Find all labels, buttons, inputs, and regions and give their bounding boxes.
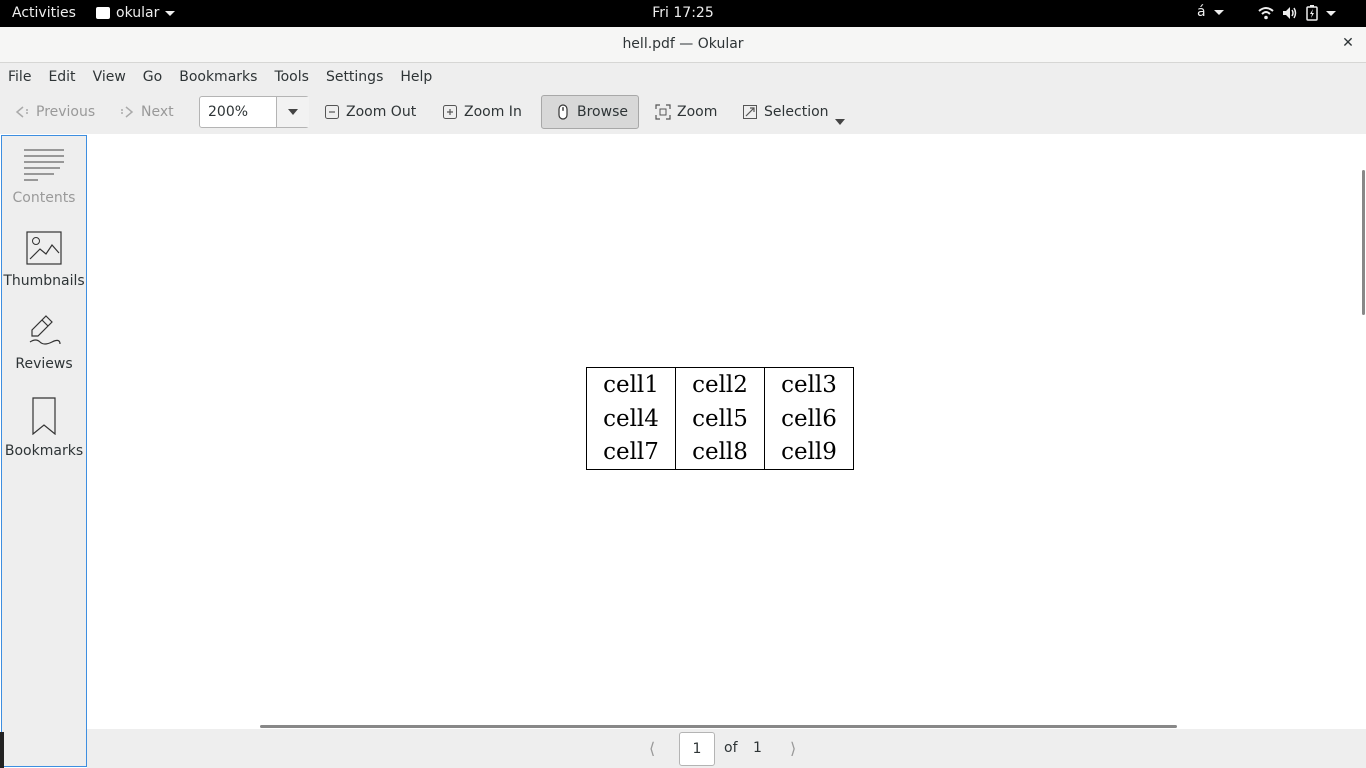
menu-help[interactable]: Help <box>392 69 441 85</box>
menu-bookmarks[interactable]: Bookmarks <box>171 69 266 85</box>
wifi-icon <box>1258 7 1274 20</box>
sidebar: Contents Thumbnails Reviews Bookmarks <box>1 135 87 767</box>
next-page-icon[interactable]: ⟩ <box>790 739 796 758</box>
page-navigation-bar: ⟨ 1 of 1 ⟩ <box>87 729 1366 768</box>
input-method-menu[interactable]: á <box>1197 4 1224 20</box>
sidebar-item-thumbnails[interactable]: Thumbnails <box>2 231 86 289</box>
zoom-combobox[interactable]: 200% <box>199 96 309 128</box>
vertical-scrollbar[interactable] <box>1362 170 1365 315</box>
menu-tools[interactable]: Tools <box>266 69 318 85</box>
bookmark-icon <box>32 397 56 436</box>
page-number-input[interactable]: 1 <box>679 732 715 766</box>
browse-button[interactable]: Browse <box>555 96 628 128</box>
sidebar-label-thumbnails: Thumbnails <box>3 273 85 289</box>
table-row: cell4 cell5 cell6 <box>586 401 854 436</box>
next-button[interactable]: Next <box>119 96 174 128</box>
main-toolbar: Previous Next 200% Zoom Out Zoom In Brow… <box>0 91 1366 134</box>
previous-page-icon[interactable]: ⟨ <box>649 739 655 758</box>
zoom-in-label: Zoom In <box>464 104 522 120</box>
battery-icon <box>1306 5 1318 21</box>
menu-file[interactable]: File <box>0 69 40 85</box>
table-cell: cell4 <box>586 401 676 436</box>
app-menu-label: okular <box>116 5 160 21</box>
zoom-out-icon <box>325 105 339 119</box>
menu-view[interactable]: View <box>85 69 135 85</box>
next-label: Next <box>141 104 174 120</box>
zoom-out-label: Zoom Out <box>346 104 417 120</box>
chevron-down-icon <box>165 10 176 16</box>
zoom-dropdown-button[interactable] <box>276 97 309 127</box>
menu-go[interactable]: Go <box>135 69 171 85</box>
zoom-value[interactable]: 200% <box>208 104 248 120</box>
input-method-label: á <box>1197 4 1206 20</box>
mouse-icon <box>558 104 568 120</box>
table-cell: cell5 <box>675 401 765 436</box>
horizontal-scrollbar[interactable] <box>260 725 1177 728</box>
menu-settings[interactable]: Settings <box>318 69 392 85</box>
table-cell: cell9 <box>764 435 854 470</box>
table-cell: cell6 <box>764 401 854 436</box>
previous-button[interactable]: Previous <box>14 96 95 128</box>
browse-label: Browse <box>577 104 628 120</box>
chevron-down-icon <box>288 109 298 115</box>
zoom-tool-label: Zoom <box>677 104 718 120</box>
previous-label: Previous <box>36 104 96 120</box>
sidebar-item-reviews[interactable]: Reviews <box>2 314 86 372</box>
table-row: cell1 cell2 cell3 <box>586 367 854 402</box>
zoom-out-button[interactable]: Zoom Out <box>324 96 416 128</box>
sidebar-item-bookmarks[interactable]: Bookmarks <box>2 397 86 459</box>
sidebar-resize-handle[interactable] <box>0 732 4 768</box>
thumbnails-icon <box>26 231 62 265</box>
reviews-icon <box>29 315 61 345</box>
menu-bar: File Edit View Go Bookmarks Tools Settin… <box>0 63 1366 91</box>
app-icon <box>96 7 110 19</box>
chevron-down-icon <box>1213 9 1224 15</box>
clock[interactable]: Fri 17:25 <box>652 5 713 21</box>
page-of-label: of <box>724 740 738 756</box>
selection-dropdown-icon[interactable] <box>835 119 845 125</box>
sidebar-label-bookmarks: Bookmarks <box>4 443 84 459</box>
total-pages: 1 <box>753 740 762 756</box>
table-cell: cell8 <box>675 435 765 470</box>
selection-label: Selection <box>764 104 829 120</box>
volume-icon <box>1283 7 1297 19</box>
zoom-tool-icon <box>655 104 671 120</box>
sidebar-item-contents[interactable]: Contents <box>2 148 86 206</box>
window-title-bar: hell.pdf — Okular ✕ <box>0 27 1366 63</box>
selection-button[interactable]: Selection <box>742 96 829 128</box>
table-row: cell7 cell8 cell9 <box>586 435 854 470</box>
chevron-down-icon <box>1326 10 1336 16</box>
activities-button[interactable]: Activities <box>12 5 76 21</box>
window-title: hell.pdf — Okular <box>622 36 744 52</box>
previous-page-icon <box>15 106 28 118</box>
zoom-in-button[interactable]: Zoom In <box>442 96 522 128</box>
system-top-bar: Activities okular Fri 17:25 á <box>0 0 1366 27</box>
next-page-icon <box>121 106 134 118</box>
app-menu[interactable]: okular <box>96 5 176 21</box>
contents-icon <box>24 149 64 181</box>
zoom-in-icon <box>443 105 457 119</box>
menu-edit[interactable]: Edit <box>40 69 84 85</box>
selection-icon <box>743 105 757 119</box>
table-cell: cell1 <box>586 367 676 402</box>
close-icon[interactable]: ✕ <box>1340 35 1356 51</box>
table-cell: cell2 <box>675 367 765 402</box>
system-menu[interactable] <box>1258 5 1336 21</box>
zoom-tool-button[interactable]: Zoom <box>655 96 717 128</box>
pdf-table: cell1 cell2 cell3 cell4 cell5 cell6 cell… <box>586 367 854 470</box>
table-cell: cell7 <box>586 435 676 470</box>
sidebar-label-reviews: Reviews <box>15 356 73 372</box>
sidebar-label-contents: Contents <box>12 190 76 206</box>
table-cell: cell3 <box>764 367 854 402</box>
